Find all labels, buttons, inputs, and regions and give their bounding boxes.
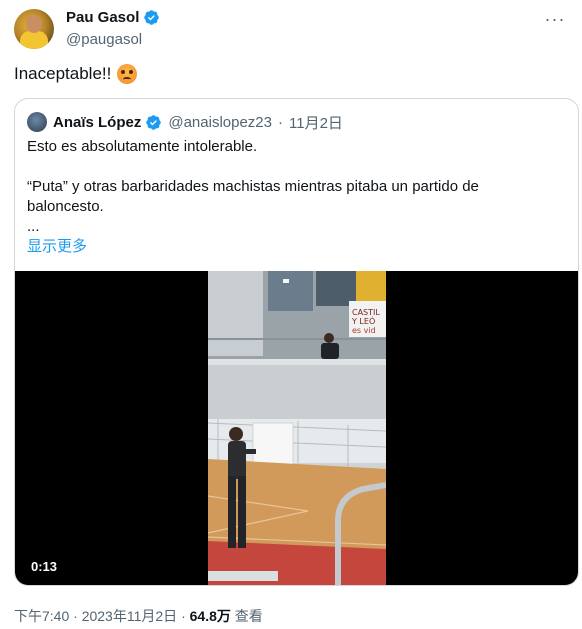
tweet-date[interactable]: 2023年11月2日 (82, 608, 177, 624)
quoted-tweet-date[interactable]: 11月2日 (289, 112, 343, 133)
tweet-body: Inaceptable!! (14, 64, 112, 83)
banner-text-1: CASTIL (352, 308, 380, 317)
verified-badge-icon (144, 10, 160, 25)
author-avatar[interactable] (14, 9, 54, 49)
author-handle[interactable]: @paugasol (66, 31, 142, 48)
banner-text-3: es vid (352, 326, 376, 335)
video-scene: CASTIL Y LEÓ es vid (208, 271, 386, 585)
quoted-author-handle[interactable]: @anaislopez23 (168, 114, 272, 131)
views-count[interactable]: 64.8万 (190, 608, 231, 624)
author-name-row[interactable]: Pau Gasol (66, 9, 160, 26)
quoted-line: “Puta” y otras barbaridades machistas mi… (27, 178, 479, 195)
tweet-time[interactable]: 下午7:40 (14, 608, 69, 624)
quoted-line: baloncesto. (27, 198, 104, 215)
video-player[interactable]: CASTIL Y LEÓ es vid 0:13 (15, 271, 578, 585)
quoted-line: Esto es absolutamente intolerable. (27, 138, 258, 155)
video-frame: CASTIL Y LEÓ es vid (208, 271, 386, 585)
quoted-tweet-card[interactable]: Anaïs López @anaislopez23 · 11月2日 Esto e… (14, 98, 579, 586)
quoted-author-avatar[interactable] (27, 112, 47, 132)
banner-text-2: Y LEÓ (351, 315, 375, 326)
tweet-text: Inaceptable!! (14, 64, 138, 84)
quoted-author-name[interactable]: Anaïs López (53, 114, 141, 131)
quoted-tweet-header: Anaïs López @anaislopez23 · 11月2日 (53, 112, 343, 133)
meta-separator: · (181, 608, 186, 624)
verified-badge-icon (146, 115, 162, 130)
quoted-line: ... (27, 218, 40, 235)
show-more-link[interactable]: 显示更多 (27, 235, 87, 256)
header-separator: · (278, 114, 283, 131)
more-options-icon[interactable]: ··· (540, 8, 570, 30)
views-label[interactable]: 查看 (235, 608, 263, 624)
meta-separator: · (73, 608, 78, 624)
author-name[interactable]: Pau Gasol (66, 9, 139, 26)
video-duration: 0:13 (25, 557, 64, 576)
angry-face-emoji-icon (117, 64, 138, 84)
quoted-tweet-text: Esto es absolutamente intolerable. “Puta… (27, 137, 567, 237)
tweet-meta: 下午7:40 · 2023年11月2日 · 64.8万 查看 (14, 606, 263, 626)
